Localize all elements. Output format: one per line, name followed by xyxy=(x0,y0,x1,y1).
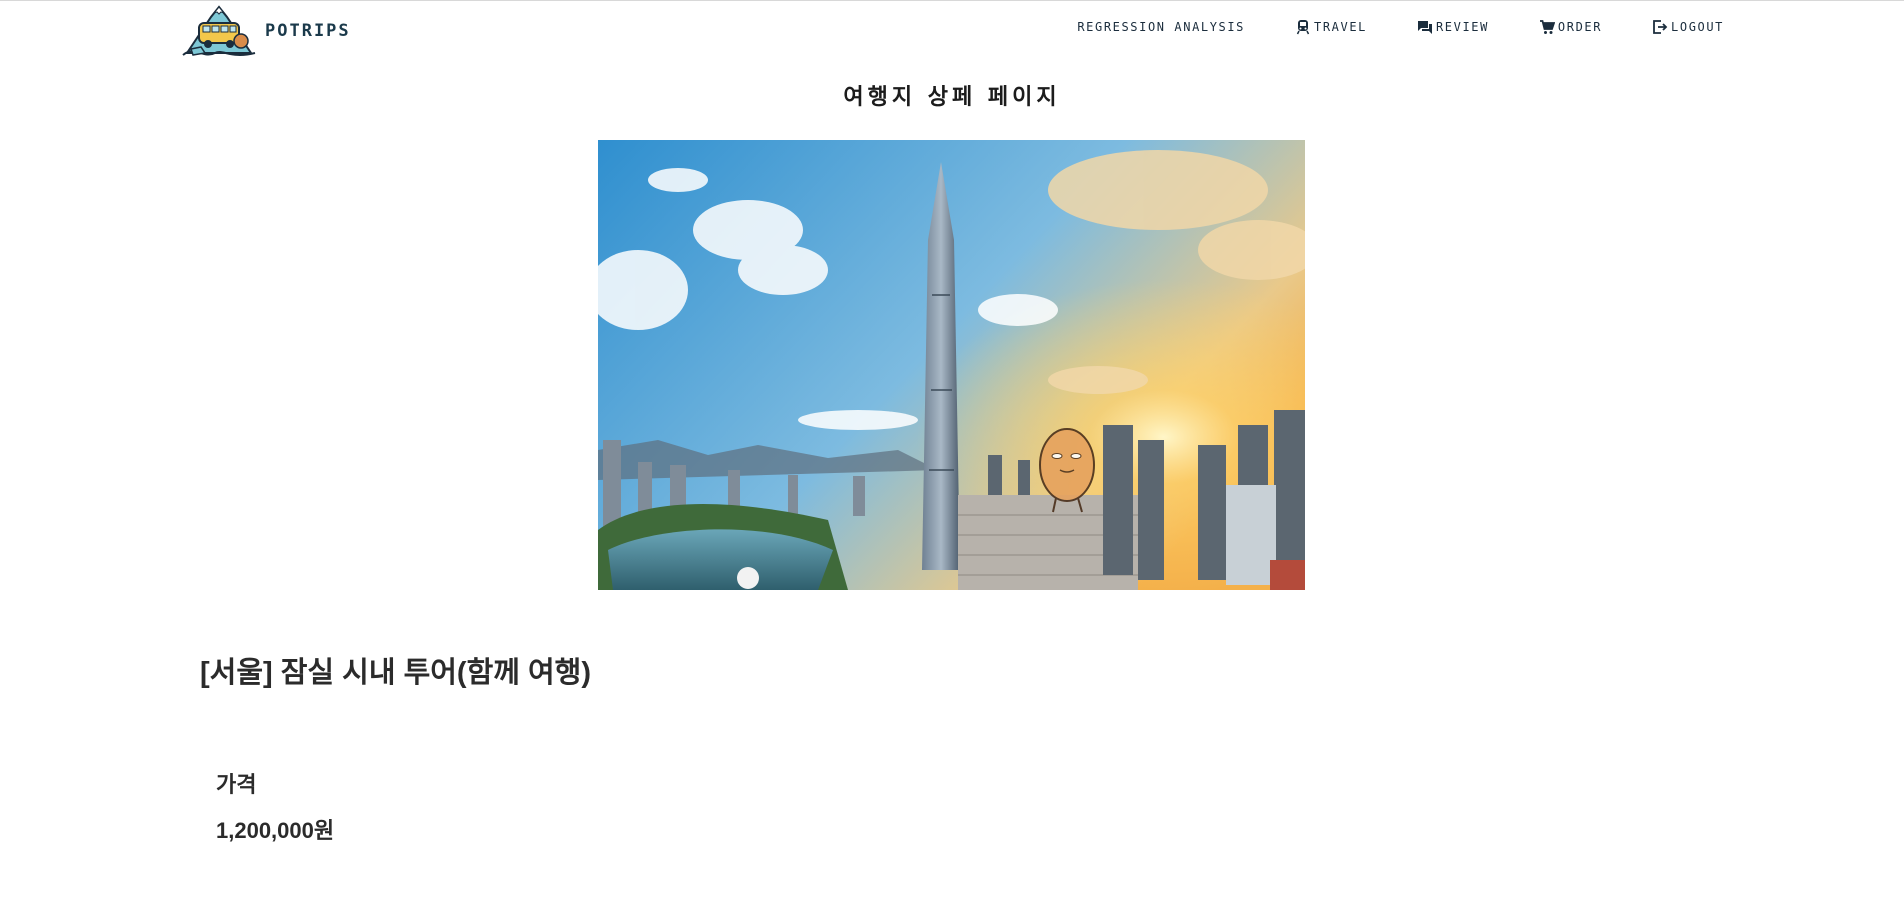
nav-review-label: REVIEW xyxy=(1435,20,1489,34)
nav-regression-analysis-label: REGRESSION ANALYSIS xyxy=(1077,20,1246,34)
chat-icon xyxy=(1417,21,1432,34)
main-nav: REGRESSION ANALYSIS TRAVEL REVIEW ORDER … xyxy=(1077,19,1724,35)
nav-review[interactable]: REVIEW xyxy=(1417,19,1489,35)
nav-logout[interactable]: LOGOUT xyxy=(1652,19,1724,35)
brand-name: POTRIPS xyxy=(265,21,351,41)
train-icon xyxy=(1296,20,1310,35)
nav-order[interactable]: ORDER xyxy=(1539,19,1602,35)
price-value: 1,200,000원 xyxy=(216,818,335,843)
logout-icon xyxy=(1653,20,1668,34)
nav-logout-label: LOGOUT xyxy=(1671,20,1724,34)
hero-image xyxy=(598,140,1305,590)
cart-icon xyxy=(1539,20,1555,34)
nav-regression-analysis[interactable]: REGRESSION ANALYSIS xyxy=(1077,20,1245,34)
price-label: 가격 xyxy=(216,772,257,797)
brand-link[interactable]: POTRIPS xyxy=(181,3,351,59)
nav-travel-label: TRAVEL xyxy=(1314,20,1367,34)
page-heading: 여행지 상페 페이지 xyxy=(843,85,1061,110)
product-title: [서울] 잠실 시내 투어(함께 여행) xyxy=(200,657,592,689)
navbar: POTRIPS REGRESSION ANALYSIS TRAVEL REVIE… xyxy=(0,1,1904,61)
bus-mountain-logo-icon xyxy=(182,5,256,56)
nav-order-label: ORDER xyxy=(1557,20,1603,34)
nav-travel[interactable]: TRAVEL xyxy=(1295,19,1367,35)
